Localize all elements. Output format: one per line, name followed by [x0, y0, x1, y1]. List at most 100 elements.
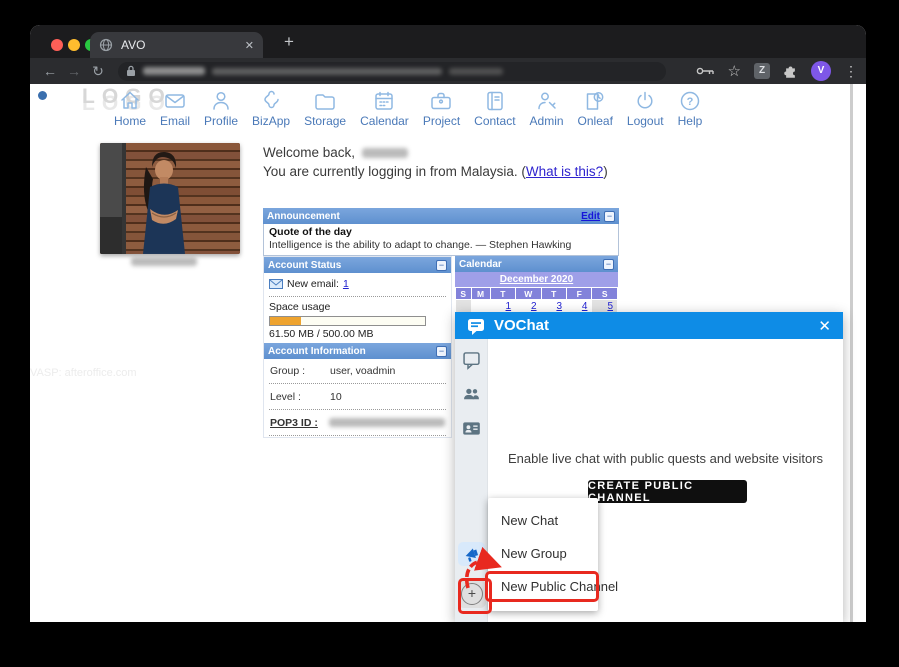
onleaf-icon: [583, 89, 607, 113]
logout-power-icon: [633, 89, 657, 113]
vochat-title: VOChat: [494, 317, 809, 334]
nav-item-contact[interactable]: Contact: [474, 89, 515, 128]
browser-window: AVO ✕ + ← → ↻: [30, 25, 866, 622]
calendar-month-link[interactable]: December 2020: [500, 274, 573, 285]
nav-label: Email: [160, 114, 190, 128]
account-status-collapse-button[interactable]: −: [436, 260, 447, 271]
profile-avatar[interactable]: V: [811, 61, 831, 81]
redacted-username: [362, 148, 408, 158]
chats-tab-icon[interactable]: [461, 349, 482, 370]
webapp-page: LOGO VASP: afteroffice.com Home Email Pr…: [30, 84, 866, 622]
calendar-title: Calendar: [459, 259, 603, 270]
redacted-domain: [143, 67, 205, 75]
nav-label: Logout: [627, 114, 664, 128]
nav-item-bizapp[interactable]: BizApp: [252, 89, 290, 128]
groups-tab-icon[interactable]: [461, 383, 482, 404]
new-email-count-link[interactable]: 1: [343, 278, 349, 290]
extension-z-icon[interactable]: Z: [754, 63, 770, 79]
back-button[interactable]: ←: [38, 63, 62, 79]
nav-label: Calendar: [360, 114, 409, 128]
chrome-menu-icon[interactable]: ⋮: [844, 63, 858, 80]
calendar-cell: 5: [592, 300, 617, 312]
address-bar[interactable]: [118, 62, 666, 81]
account-status-body: New email: 1 Space usage 61.50 MB / 500.…: [264, 273, 451, 343]
quote-text: Intelligence is the ability to adapt to …: [269, 239, 613, 251]
nav-item-email[interactable]: Email: [160, 89, 190, 128]
account-column: Account Status − New email: 1 Space usag…: [263, 256, 452, 438]
space-usage-bar: [269, 316, 426, 326]
svg-text:?: ?: [687, 96, 694, 108]
screenshot-stage: AVO ✕ + ← → ↻: [0, 0, 899, 667]
calendar-cell-empty: [472, 300, 490, 312]
new-email-icon: [269, 279, 283, 289]
vochat-header: VOChat ✕: [455, 312, 843, 339]
bookmark-star-icon[interactable]: ☆: [728, 62, 741, 80]
announcement-body: Quote of the day Intelligence is the abi…: [263, 224, 619, 256]
browser-tabstrip: AVO ✕ +: [30, 25, 866, 58]
calendar-cell: 3: [542, 300, 566, 312]
calendar-date-link[interactable]: 4: [582, 301, 588, 312]
nav-item-admin[interactable]: Admin: [530, 89, 564, 128]
nav-item-project[interactable]: Project: [423, 89, 460, 128]
divider: [269, 383, 446, 384]
mac-close-button[interactable]: [51, 39, 63, 51]
nav-label: Onleaf: [578, 114, 613, 128]
mac-minimize-button[interactable]: [68, 39, 80, 51]
menu-item-new-chat[interactable]: New Chat: [488, 504, 598, 537]
browser-toolbar: ← → ↻ ☆ Z: [30, 58, 866, 84]
page-scrollbar[interactable]: [850, 84, 853, 622]
tab-close-button[interactable]: ✕: [245, 39, 254, 52]
calendar-day-header: S: [456, 288, 471, 299]
password-key-icon[interactable]: [696, 66, 715, 76]
nav-label: Home: [114, 114, 146, 128]
redacted-url-path: [212, 68, 442, 75]
what-is-this-link[interactable]: What is this?: [526, 164, 603, 179]
new-email-label: New email:: [287, 278, 339, 290]
contact-book-icon: [483, 89, 507, 113]
quote-title: Quote of the day: [269, 226, 613, 238]
nav-item-help[interactable]: ? Help: [678, 89, 703, 128]
contacts-tab-icon[interactable]: [461, 418, 482, 439]
bizapp-icon: [259, 89, 283, 113]
divider: [269, 296, 446, 297]
account-info-collapse-button[interactable]: −: [436, 346, 447, 357]
browser-tab[interactable]: AVO ✕: [90, 32, 263, 58]
nav-item-storage[interactable]: Storage: [304, 89, 346, 128]
nav-item-profile[interactable]: Profile: [204, 89, 238, 128]
globe-favicon: [99, 38, 113, 52]
vochat-close-button[interactable]: ✕: [818, 317, 831, 335]
main-nav: Home Email Profile BizApp Storage: [114, 89, 702, 128]
logo-dot-icon: [38, 91, 47, 100]
calendar-collapse-button[interactable]: −: [603, 259, 614, 270]
welcome-greeting: Welcome back,: [263, 145, 355, 160]
nav-item-calendar[interactable]: Calendar: [360, 89, 409, 128]
level-label: Level :: [270, 391, 330, 403]
create-public-channel-button[interactable]: CREATE PUBLIC CHANNEL: [588, 480, 747, 503]
calendar-date-link[interactable]: 3: [556, 301, 562, 312]
account-info-title: Account Information: [268, 346, 436, 357]
tab-title: AVO: [121, 38, 237, 52]
announcement-collapse-button[interactable]: −: [604, 211, 615, 222]
calendar-date-link[interactable]: 5: [607, 301, 613, 312]
new-tab-button[interactable]: +: [277, 30, 301, 54]
calendar-day-header: S: [592, 288, 617, 299]
calendar-icon: [372, 89, 396, 113]
welcome-location-text: You are currently logging in from Malays…: [263, 164, 518, 179]
nav-item-home[interactable]: Home: [114, 89, 146, 128]
announcement-edit-link[interactable]: Edit: [581, 211, 600, 222]
forward-button[interactable]: →: [62, 63, 86, 79]
pop3-id-link[interactable]: POP3 ID :: [270, 417, 329, 429]
profile-photo: [100, 143, 240, 254]
reload-button[interactable]: ↻: [86, 63, 110, 80]
announcement-panel: Announcement Edit − Quote of the day Int…: [263, 208, 619, 256]
admin-icon: [535, 89, 559, 113]
account-info-header: Account Information −: [264, 343, 451, 359]
extensions-puzzle-icon[interactable]: [783, 64, 798, 79]
group-label: Group :: [270, 365, 330, 377]
nav-item-logout[interactable]: Logout: [627, 89, 664, 128]
calendar-day-header: F: [567, 288, 591, 299]
calendar-date-link[interactable]: 2: [531, 301, 537, 312]
calendar-month-row: December 2020: [455, 272, 618, 287]
nav-item-onleaf[interactable]: Onleaf: [578, 89, 613, 128]
calendar-date-link[interactable]: 1: [506, 301, 512, 312]
